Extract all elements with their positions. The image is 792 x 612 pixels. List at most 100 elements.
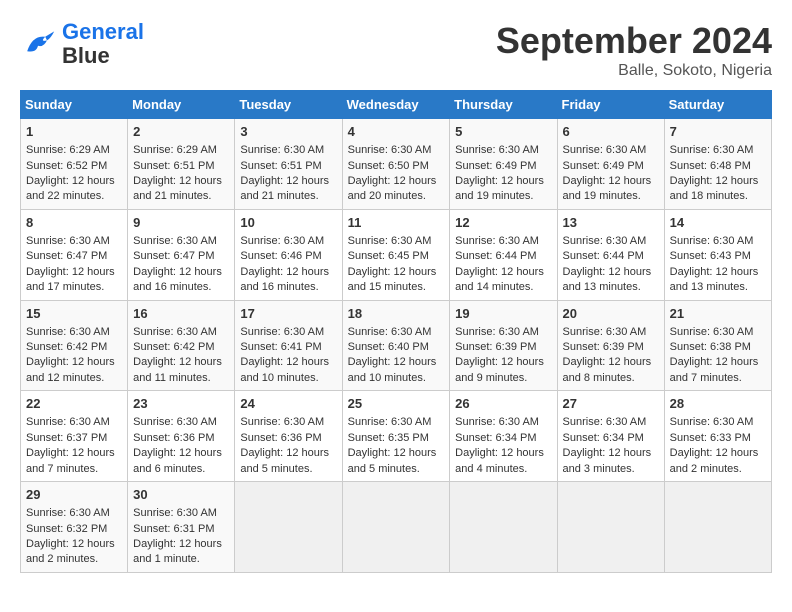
calendar-header-row: Sunday Monday Tuesday Wednesday Thursday… — [21, 91, 772, 119]
daylight-label: Daylight: 12 hours and 5 minutes. — [348, 447, 437, 474]
sunrise-label: Sunrise: 6:30 AM — [133, 235, 217, 247]
calendar-week-row: 29Sunrise: 6:30 AMSunset: 6:32 PMDayligh… — [21, 482, 772, 573]
day-number: 28 — [670, 395, 766, 413]
daylight-label: Daylight: 12 hours and 19 minutes. — [563, 175, 652, 202]
table-row: 16 Sunrise: 6:30 AM Sunset: 6:42 PM Dayligh… — [128, 300, 235, 391]
day-number: 4 — [348, 123, 445, 141]
col-tuesday: Tuesday — [235, 91, 342, 119]
daylight-label: Daylight: 12 hours and 1 minute. — [133, 538, 222, 565]
col-monday: Monday — [128, 91, 235, 119]
daylight-label: Daylight: 12 hours and 8 minutes. — [563, 356, 652, 383]
table-row: 9Sunrise: 6:30 AMSunset: 6:47 PMDaylight… — [128, 209, 235, 300]
col-saturday: Saturday — [664, 91, 771, 119]
daylight-label: Daylight: 12 hours and 2 minutes. — [670, 447, 759, 474]
logo: GeneralBlue — [20, 20, 144, 68]
col-thursday: Thursday — [450, 91, 557, 119]
table-row: 22Sunrise: 6:30 AMSunset: 6:37 PMDayligh… — [21, 391, 128, 482]
daylight-label: Daylight: 12 hours and 18 minutes. — [670, 175, 759, 202]
day-number: 6 — [563, 123, 659, 141]
day-number: 21 — [670, 305, 766, 323]
sunset-label: Sunset: 6:50 PM — [348, 160, 429, 172]
daylight-label: Daylight: 12 hours and 22 minutes. — [26, 175, 115, 202]
calendar-week-row: 15Sunrise: 6:30 AMSunset: 6:42 PMDayligh… — [21, 300, 772, 391]
sunset-label: Sunset: 6:36 PM — [133, 432, 214, 444]
day-number: 11 — [348, 214, 445, 232]
sunset-label: Sunset: 6:39 PM — [563, 341, 644, 353]
day-number: 1 — [26, 123, 122, 141]
daylight-label: Daylight: 12 hours and 19 minutes. — [455, 175, 544, 202]
day-number: 20 — [563, 305, 659, 323]
sunset-label: Sunset: 6:42 PM — [133, 341, 214, 353]
logo-icon — [20, 26, 56, 62]
sunset-label: Sunset: 6:51 PM — [133, 160, 214, 172]
table-row: 17Sunrise: 6:30 AMSunset: 6:41 PMDayligh… — [235, 300, 342, 391]
sunset-label: Sunset: 6:42 PM — [26, 341, 107, 353]
sunrise-label: Sunrise: 6:30 AM — [26, 235, 110, 247]
sunrise-label: Sunrise: 6:30 AM — [455, 144, 539, 156]
calendar-week-row: 8Sunrise: 6:30 AMSunset: 6:47 PMDaylight… — [21, 209, 772, 300]
sunset-label: Sunset: 6:37 PM — [26, 432, 107, 444]
table-row: 30Sunrise: 6:30 AMSunset: 6:31 PMDayligh… — [128, 482, 235, 573]
sunset-label: Sunset: 6:34 PM — [563, 432, 644, 444]
day-number: 24 — [240, 395, 336, 413]
table-row: 27Sunrise: 6:30 AMSunset: 6:34 PMDayligh… — [557, 391, 664, 482]
daylight-label: Daylight: 12 hours and 9 minutes. — [455, 356, 544, 383]
sunrise-label: Sunrise: 6:30 AM — [670, 235, 754, 247]
day-number: 29 — [26, 486, 122, 504]
daylight-label: Daylight: 12 hours and 4 minutes. — [455, 447, 544, 474]
sunrise-label: Sunrise: 6:30 AM — [348, 326, 432, 338]
sunset-label: Sunset: 6:33 PM — [670, 432, 751, 444]
sunset-label: Sunset: 6:41 PM — [240, 341, 321, 353]
sunrise-label: Sunrise: 6:30 AM — [133, 326, 217, 338]
daylight-label: Daylight: 12 hours and 16 minutes. — [133, 266, 222, 293]
day-number: 3 — [240, 123, 336, 141]
sunset-label: Sunset: 6:51 PM — [240, 160, 321, 172]
table-row: 25Sunrise: 6:30 AMSunset: 6:35 PMDayligh… — [342, 391, 450, 482]
sunrise-label: Sunrise: 6:30 AM — [240, 144, 324, 156]
col-wednesday: Wednesday — [342, 91, 450, 119]
sunset-label: Sunset: 6:43 PM — [670, 250, 751, 262]
table-row: 14Sunrise: 6:30 AMSunset: 6:43 PMDayligh… — [664, 209, 771, 300]
table-row: 13Sunrise: 6:30 AMSunset: 6:44 PMDayligh… — [557, 209, 664, 300]
table-row — [557, 482, 664, 573]
sunset-label: Sunset: 6:36 PM — [240, 432, 321, 444]
daylight-label: Daylight: 12 hours and 11 minutes. — [133, 356, 222, 383]
sunrise-label: Sunrise: 6:30 AM — [133, 507, 217, 519]
daylight-label: Daylight: 12 hours and 5 minutes. — [240, 447, 329, 474]
sunrise-label: Sunrise: 6:30 AM — [348, 235, 432, 247]
col-sunday: Sunday — [21, 91, 128, 119]
logo-text: GeneralBlue — [62, 20, 144, 68]
sunrise-label: Sunrise: 6:30 AM — [240, 416, 324, 428]
calendar-week-row: 1Sunrise: 6:29 AMSunset: 6:52 PMDaylight… — [21, 119, 772, 210]
sunset-label: Sunset: 6:38 PM — [670, 341, 751, 353]
table-row: 15Sunrise: 6:30 AMSunset: 6:42 PMDayligh… — [21, 300, 128, 391]
table-row: 10Sunrise: 6:30 AMSunset: 6:46 PMDayligh… — [235, 209, 342, 300]
sunrise-label: Sunrise: 6:30 AM — [26, 416, 110, 428]
daylight-label: Daylight: 12 hours and 3 minutes. — [563, 447, 652, 474]
sunrise-label: Sunrise: 6:30 AM — [240, 326, 324, 338]
daylight-label: Daylight: 12 hours and 13 minutes. — [563, 266, 652, 293]
sunrise-label: Sunrise: 6:30 AM — [563, 326, 647, 338]
day-number: 5 — [455, 123, 551, 141]
month-title: September 2024 — [496, 20, 772, 62]
table-row — [664, 482, 771, 573]
sunrise-label: Sunrise: 6:30 AM — [455, 235, 539, 247]
day-number: 8 — [26, 214, 122, 232]
daylight-label: Daylight: 12 hours and 14 minutes. — [455, 266, 544, 293]
day-number: 16 — [133, 305, 229, 323]
daylight-label: Daylight: 12 hours and 13 minutes. — [670, 266, 759, 293]
sunset-label: Sunset: 6:39 PM — [455, 341, 536, 353]
sunrise-label: Sunrise: 6:30 AM — [670, 144, 754, 156]
sunrise-label: Sunrise: 6:30 AM — [563, 416, 647, 428]
sunrise-label: Sunrise: 6:29 AM — [133, 144, 217, 156]
day-number: 26 — [455, 395, 551, 413]
sunset-label: Sunset: 6:40 PM — [348, 341, 429, 353]
daylight-label: Daylight: 12 hours and 21 minutes. — [240, 175, 329, 202]
table-row: 24 Sunrise: 6:30 AM Sunset: 6:36 PM Dayligh… — [235, 391, 342, 482]
sunrise-label: Sunrise: 6:30 AM — [348, 144, 432, 156]
page-header: GeneralBlue September 2024 Balle, Sokoto… — [20, 20, 772, 80]
sunrise-label: Sunrise: 6:30 AM — [133, 416, 217, 428]
sunrise-label: Sunrise: 6:30 AM — [455, 416, 539, 428]
daylight-label: Daylight: 12 hours and 10 minutes. — [240, 356, 329, 383]
day-number: 23 — [133, 395, 229, 413]
